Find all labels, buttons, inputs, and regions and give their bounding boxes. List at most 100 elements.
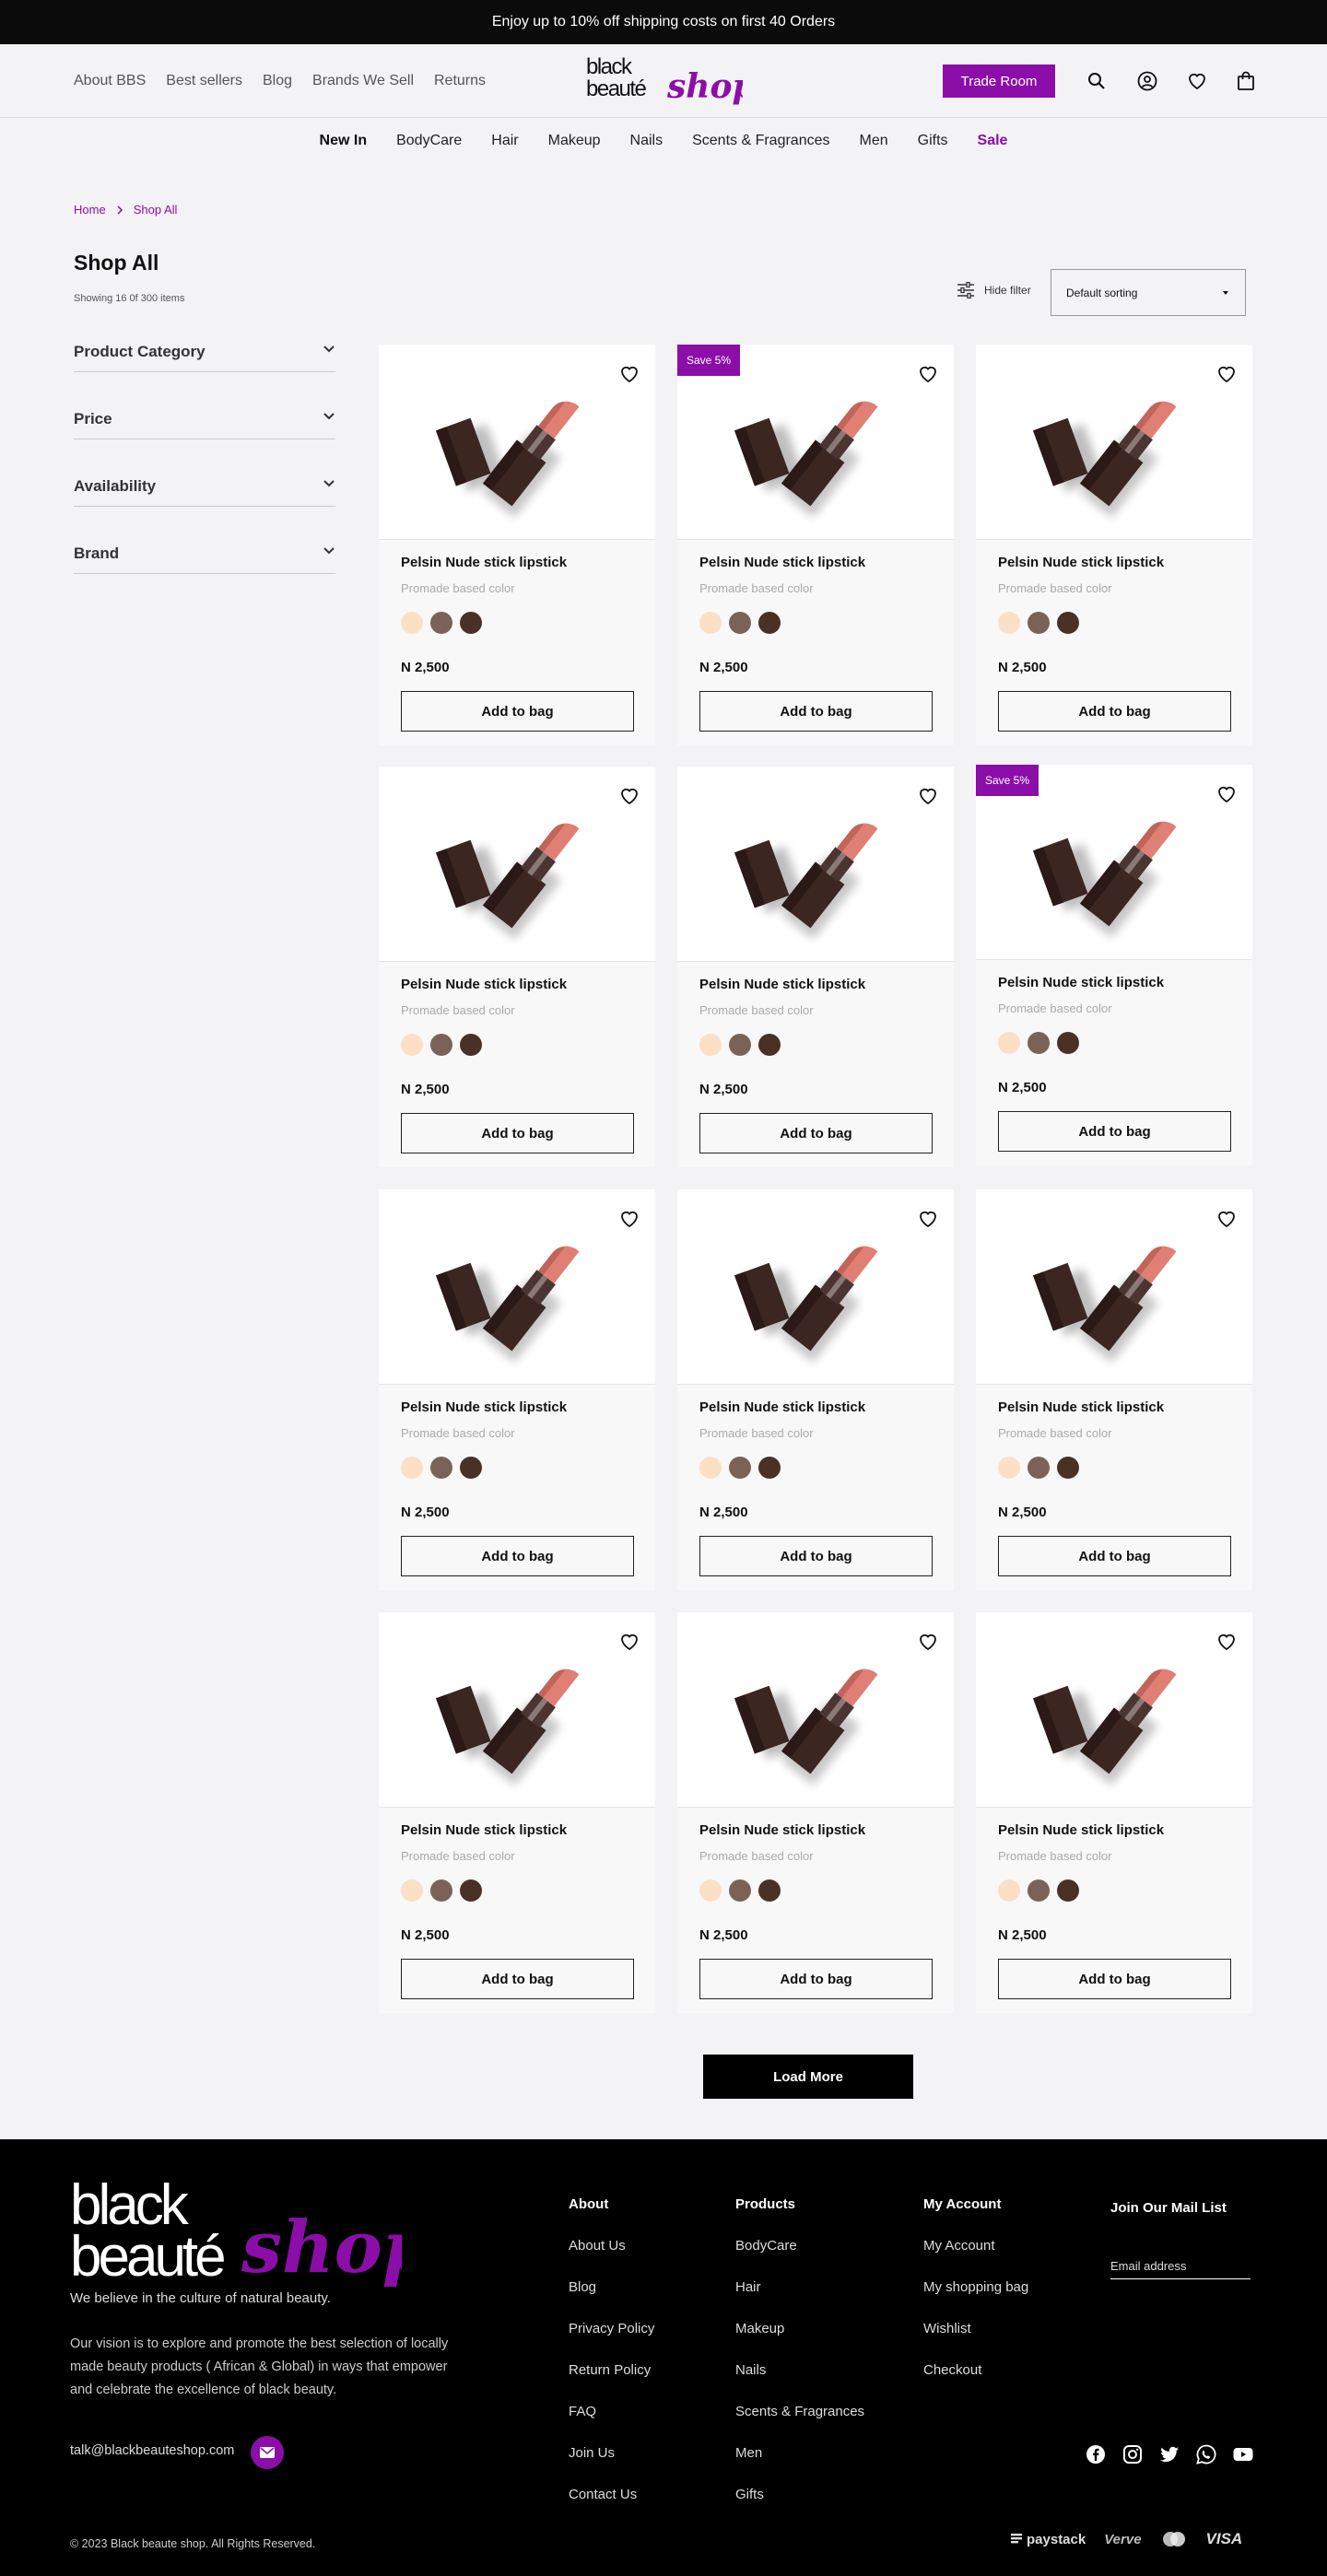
breadcrumb-current[interactable]: Shop All — [134, 203, 178, 217]
add-to-bag-button[interactable]: Add to bag — [998, 1111, 1231, 1152]
filter-brand[interactable]: Brand — [74, 544, 335, 574]
twitter-icon[interactable] — [1158, 2443, 1180, 2465]
add-to-wishlist-icon[interactable] — [618, 363, 640, 385]
product-card[interactable]: Pelsin Nude stick lipstick Promade based … — [379, 1189, 655, 1590]
footer-link[interactable]: Gifts — [735, 2487, 864, 2528]
add-to-bag-button[interactable]: Add to bag — [998, 1959, 1231, 1999]
filter-availability[interactable]: Availability — [74, 477, 335, 507]
color-swatch[interactable] — [1057, 1457, 1079, 1479]
footer-link[interactable]: Contact Us — [569, 2487, 654, 2528]
nav-men[interactable]: Men — [860, 133, 888, 149]
add-to-wishlist-icon[interactable] — [917, 785, 939, 807]
trade-room-button[interactable]: Trade Room — [943, 64, 1055, 98]
nav-returns[interactable]: Returns — [434, 73, 486, 89]
brand-logo[interactable]: black beauté shop — [586, 52, 743, 111]
color-swatch[interactable] — [998, 1879, 1020, 1902]
product-name[interactable]: Pelsin Nude stick lipstick — [998, 1399, 1164, 1415]
add-to-bag-button[interactable]: Add to bag — [401, 1536, 634, 1576]
instagram-icon[interactable] — [1121, 2443, 1144, 2465]
product-name[interactable]: Pelsin Nude stick lipstick — [699, 977, 865, 992]
hide-filter-button[interactable]: Hide filter — [957, 282, 1031, 299]
add-to-wishlist-icon[interactable] — [917, 1208, 939, 1230]
add-to-wishlist-icon[interactable] — [1215, 363, 1238, 385]
nav-hair[interactable]: Hair — [491, 133, 518, 149]
color-swatch[interactable] — [758, 1457, 781, 1479]
product-name[interactable]: Pelsin Nude stick lipstick — [998, 1822, 1164, 1838]
load-more-button[interactable]: Load More — [703, 2055, 913, 2099]
product-name[interactable]: Pelsin Nude stick lipstick — [699, 1399, 865, 1415]
add-to-wishlist-icon[interactable] — [618, 1208, 640, 1230]
whatsapp-icon[interactable] — [1195, 2443, 1217, 2465]
product-image-wrap[interactable] — [379, 1612, 655, 1808]
color-swatch[interactable] — [460, 612, 482, 634]
add-to-wishlist-icon[interactable] — [1215, 1631, 1238, 1653]
add-to-bag-button[interactable]: Add to bag — [401, 1113, 634, 1153]
footer-link[interactable]: Join Us — [569, 2445, 654, 2487]
product-name[interactable]: Pelsin Nude stick lipstick — [401, 977, 567, 992]
color-swatch[interactable] — [998, 1032, 1020, 1054]
color-swatch[interactable] — [998, 1457, 1020, 1479]
color-swatch[interactable] — [1057, 1032, 1079, 1054]
product-name[interactable]: Pelsin Nude stick lipstick — [998, 555, 1164, 570]
product-image-wrap[interactable] — [379, 767, 655, 962]
color-swatch[interactable] — [729, 1034, 751, 1056]
color-swatch[interactable] — [401, 1034, 423, 1056]
add-to-bag-button[interactable]: Add to bag — [998, 1536, 1231, 1576]
color-swatch[interactable] — [460, 1034, 482, 1056]
color-swatch[interactable] — [401, 612, 423, 634]
product-card[interactable]: Pelsin Nude stick lipstick Promade based … — [976, 345, 1252, 745]
email-us-button[interactable] — [251, 2436, 284, 2469]
color-swatch[interactable] — [699, 1457, 722, 1479]
color-swatch[interactable] — [1028, 1879, 1050, 1902]
nav-bodycare[interactable]: BodyCare — [396, 133, 462, 149]
footer-link[interactable]: Privacy Policy — [569, 2321, 654, 2362]
wishlist-icon[interactable] — [1186, 70, 1208, 92]
product-image-wrap[interactable] — [677, 767, 954, 962]
product-card[interactable]: Save 5% Pelsin Nude stick lipstick Promade… — [677, 345, 954, 745]
add-to-wishlist-icon[interactable] — [618, 785, 640, 807]
color-swatch[interactable] — [401, 1879, 423, 1902]
color-swatch[interactable] — [699, 1034, 722, 1056]
add-to-bag-button[interactable]: Add to bag — [998, 691, 1231, 732]
sort-select[interactable]: Default sorting — [1051, 269, 1246, 316]
color-swatch[interactable] — [430, 1034, 452, 1056]
color-swatch[interactable] — [430, 612, 452, 634]
footer-link[interactable]: Nails — [735, 2362, 864, 2404]
footer-link[interactable]: Hair — [735, 2279, 864, 2321]
nav-nails[interactable]: Nails — [630, 133, 664, 149]
footer-link[interactable]: BodyCare — [735, 2238, 864, 2279]
product-name[interactable]: Pelsin Nude stick lipstick — [699, 555, 865, 570]
nav-sale[interactable]: Sale — [978, 133, 1008, 149]
footer-link[interactable]: Return Policy — [569, 2362, 654, 2404]
color-swatch[interactable] — [1028, 1457, 1050, 1479]
facebook-icon[interactable] — [1085, 2443, 1107, 2465]
nav-about-bbs[interactable]: About BBS — [74, 73, 146, 89]
add-to-wishlist-icon[interactable] — [618, 1631, 640, 1653]
footer-link[interactable]: FAQ — [569, 2404, 654, 2445]
nav-gifts[interactable]: Gifts — [918, 133, 948, 149]
nav-scents[interactable]: Scents & Fragrances — [692, 133, 829, 149]
nav-new-in[interactable]: New In — [320, 133, 368, 149]
add-to-bag-button[interactable]: Add to bag — [699, 691, 933, 732]
add-to-wishlist-icon[interactable] — [1215, 783, 1238, 805]
product-image-wrap[interactable] — [976, 345, 1252, 540]
product-card[interactable]: Save 5% Pelsin Nude stick lipstick Promade… — [976, 765, 1252, 1165]
product-card[interactable]: Pelsin Nude stick lipstick Promade based … — [677, 767, 954, 1167]
color-swatch[interactable] — [729, 612, 751, 634]
color-swatch[interactable] — [460, 1457, 482, 1479]
product-image-wrap[interactable] — [677, 1189, 954, 1385]
youtube-icon[interactable] — [1232, 2443, 1254, 2465]
color-swatch[interactable] — [758, 1034, 781, 1056]
color-swatch[interactable] — [699, 1879, 722, 1902]
product-image-wrap[interactable] — [976, 1189, 1252, 1385]
breadcrumb-home[interactable]: Home — [74, 203, 106, 217]
product-name[interactable]: Pelsin Nude stick lipstick — [998, 975, 1164, 990]
filter-price[interactable]: Price — [74, 410, 335, 439]
add-to-wishlist-icon[interactable] — [1215, 1208, 1238, 1230]
color-swatch[interactable] — [460, 1879, 482, 1902]
product-card[interactable]: Pelsin Nude stick lipstick Promade based … — [677, 1612, 954, 2013]
color-swatch[interactable] — [729, 1457, 751, 1479]
nav-best-sellers[interactable]: Best sellers — [166, 73, 242, 89]
product-image-wrap[interactable] — [379, 1189, 655, 1385]
nav-blog[interactable]: Blog — [263, 73, 292, 89]
